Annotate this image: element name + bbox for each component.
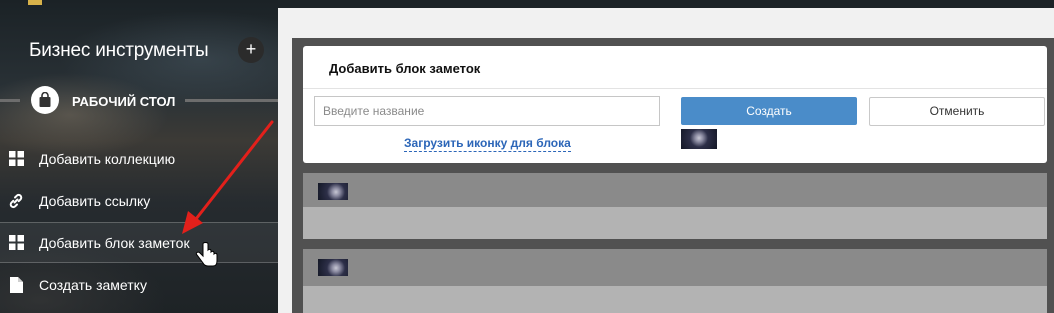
- grid-icon: [8, 235, 24, 251]
- sidebar-item-label: Добавить коллекцию: [39, 150, 176, 167]
- create-button[interactable]: Создать: [681, 97, 857, 125]
- notes-block[interactable]: [303, 249, 1047, 313]
- shopping-bag-icon: [31, 86, 59, 114]
- sidebar-title: Бизнес инструменты: [29, 40, 209, 61]
- notes-block[interactable]: [303, 173, 1047, 239]
- add-tool-button[interactable]: +: [238, 37, 264, 63]
- add-notes-block-dialog: Добавить блок заметок Создать Отменить З…: [303, 46, 1047, 163]
- dialog-title: Добавить блок заметок: [329, 61, 481, 76]
- notes-block-header: [303, 173, 1047, 207]
- logo-fragment: [28, 0, 42, 5]
- sidebar: Бизнес инструменты + РАБОЧИЙ СТОЛ Добави…: [0, 0, 278, 313]
- sidebar-item-add-link[interactable]: Добавить ссылку: [0, 180, 278, 221]
- cancel-button[interactable]: Отменить: [869, 97, 1045, 126]
- sidebar-item-add-collection[interactable]: Добавить коллекцию: [0, 138, 278, 179]
- notes-block-icon-image: [318, 259, 348, 276]
- workspace-label[interactable]: РАБОЧИЙ СТОЛ: [72, 94, 175, 109]
- document-icon: [8, 276, 24, 293]
- grid-icon: [8, 151, 24, 167]
- link-icon: [8, 193, 24, 209]
- workspace-divider-left: [0, 99, 20, 102]
- workspace-divider-right: [185, 99, 278, 102]
- notes-block-header: [303, 249, 1047, 286]
- sidebar-item-label: Добавить ссылку: [39, 192, 151, 209]
- notes-block-icon-image: [318, 183, 348, 200]
- dialog-divider: [303, 88, 1047, 89]
- block-name-input[interactable]: [314, 96, 660, 126]
- sidebar-item-label: Создать заметку: [39, 276, 147, 293]
- sidebar-item-add-notes-block[interactable]: Добавить блок заметок: [0, 222, 278, 263]
- block-icon-preview-image: [681, 129, 717, 149]
- sidebar-item-label: Добавить блок заметок: [39, 234, 190, 251]
- upload-icon-link[interactable]: Загрузить иконку для блока: [404, 136, 571, 152]
- sidebar-item-create-note[interactable]: Создать заметку: [0, 264, 278, 305]
- top-strip: [278, 0, 1054, 8]
